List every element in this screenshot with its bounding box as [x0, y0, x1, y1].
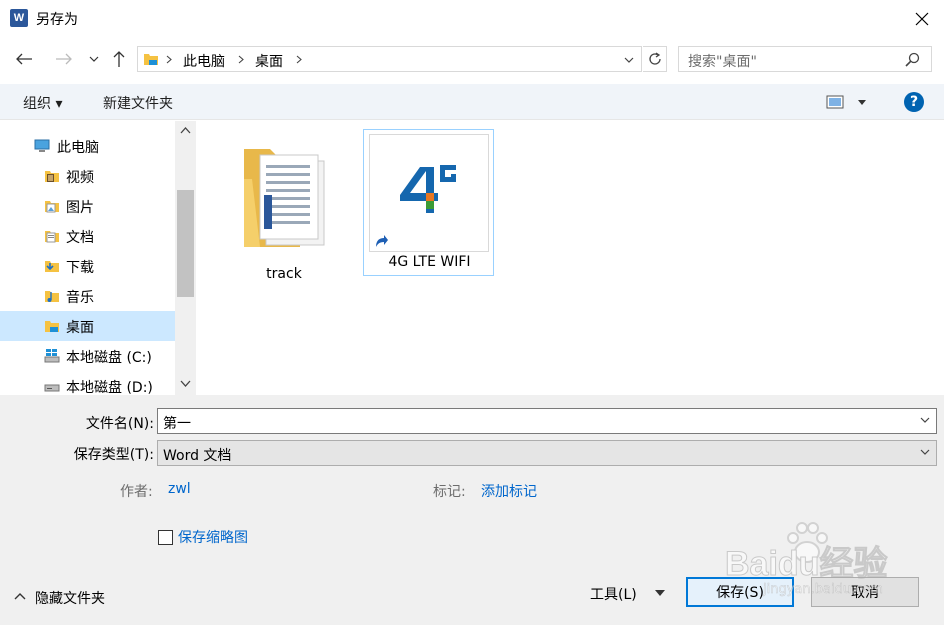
documents-folder-icon [45, 231, 59, 243]
title-bar: W 另存为 [0, 0, 944, 38]
view-icon [826, 95, 844, 109]
filetype-label: 保存类型(T): [73, 447, 154, 463]
shortcut-thumbnail [369, 134, 489, 252]
arrow-right-icon [56, 53, 72, 65]
chevron-down-icon [89, 56, 99, 62]
sidebar-item[interactable]: 图片 [0, 191, 175, 221]
address-bar[interactable]: 此电脑 桌面 [137, 46, 642, 72]
up-button[interactable] [107, 47, 131, 71]
sidebar-item-label: 文档 [66, 230, 94, 246]
sidebar-item[interactable]: 此电脑 [0, 131, 175, 161]
author-label: 作者: [120, 484, 153, 500]
nav-scrollbar[interactable] [175, 121, 196, 395]
back-button[interactable] [12, 47, 36, 71]
computer-icon [34, 139, 50, 152]
sidebar-item[interactable]: 音乐 [0, 281, 175, 311]
sidebar-item-label: 本地磁盘 (C:) [66, 350, 152, 366]
4g-logo-icon [400, 165, 456, 213]
file-name: 4G LTE WIFI [388, 254, 471, 270]
sidebar-item-label: 桌面 [66, 320, 94, 336]
drive-icon [44, 384, 60, 392]
chevron-right-icon [238, 55, 244, 64]
sidebar-item-label: 视频 [66, 170, 94, 186]
scroll-up-icon[interactable] [180, 127, 191, 134]
breadcrumb-this-pc[interactable]: 此电脑 [183, 51, 225, 71]
file-list-view: track 4G LTE WIFI [196, 121, 944, 395]
new-folder-button[interactable]: 新建文件夹 [103, 93, 173, 113]
tags-value[interactable]: 添加标记 [481, 481, 537, 501]
file-item-track[interactable]: track [234, 133, 334, 282]
close-icon [915, 12, 929, 26]
view-options-button[interactable] [826, 94, 870, 112]
sidebar-item-label: 下载 [66, 260, 94, 276]
filetype-value: Word 文档 [163, 448, 232, 464]
window-title: 另存为 [36, 12, 78, 28]
sidebar-item[interactable]: 视频 [0, 161, 175, 191]
downloads-folder-icon [45, 261, 59, 272]
caret-down-icon [858, 100, 866, 105]
windows-drive-icon [44, 349, 60, 363]
save-options-panel: 文件名(N): 第一 保存类型(T): Word 文档 作者: zwl 标记: … [0, 395, 944, 625]
breadcrumb-desktop[interactable]: 桌面 [255, 51, 283, 71]
word-app-icon: W [10, 9, 28, 27]
desktop-folder-icon [45, 321, 59, 332]
command-toolbar: 组织 ▾ 新建文件夹 ? [0, 84, 944, 120]
filename-value: 第一 [163, 416, 191, 432]
chevron-down-icon[interactable] [624, 57, 634, 64]
nav-scroll-thumb[interactable] [177, 190, 194, 297]
refresh-button[interactable] [643, 46, 667, 72]
sidebar-item[interactable]: 下载 [0, 251, 175, 281]
chevron-down-icon[interactable] [920, 417, 930, 424]
filename-field[interactable]: 第一 [157, 408, 937, 434]
chevron-up-icon[interactable] [14, 592, 26, 600]
help-button[interactable]: ? [904, 92, 924, 112]
sidebar-item-label: 图片 [66, 200, 94, 216]
cancel-button[interactable]: 取消 [811, 577, 919, 607]
sidebar-item[interactable]: 桌面 [0, 311, 175, 341]
recent-locations-button[interactable] [82, 47, 106, 71]
sidebar-item[interactable]: 本地磁盘 (C:) [0, 341, 175, 371]
chevron-right-icon [166, 55, 172, 64]
arrow-up-icon [113, 51, 125, 67]
footer-divider [0, 585, 944, 586]
shortcut-arrow-icon [372, 232, 390, 250]
music-folder-icon [45, 291, 59, 302]
tools-menu[interactable]: 工具(L) [590, 584, 637, 604]
refresh-icon [648, 52, 661, 65]
sidebar-item-label: 音乐 [66, 290, 94, 306]
thumbnail-checkbox[interactable] [158, 530, 173, 545]
tags-label: 标记: [433, 484, 466, 500]
desktop-folder-icon [144, 54, 158, 65]
hide-folders-toggle[interactable]: 隐藏文件夹 [35, 588, 105, 608]
close-button[interactable] [900, 2, 944, 36]
file-name: track [266, 266, 302, 282]
file-item-4g-lte-wifi[interactable]: 4G LTE WIFI [363, 129, 494, 276]
folder-icon [244, 149, 325, 247]
sidebar-item[interactable]: 文档 [0, 221, 175, 251]
thumbnail-label[interactable]: 保存缩略图 [178, 527, 248, 547]
filename-label: 文件名(N): [85, 416, 154, 432]
arrow-left-icon [16, 53, 32, 65]
videos-folder-icon [45, 171, 59, 182]
forward-button[interactable] [52, 47, 76, 71]
search-icon [905, 52, 920, 67]
organize-menu[interactable]: 组织 ▾ [23, 93, 62, 113]
chevron-right-icon [296, 55, 302, 64]
save-button[interactable]: 保存(S) [686, 577, 794, 607]
filetype-select[interactable]: Word 文档 [157, 440, 937, 466]
author-value[interactable]: zwl [168, 481, 191, 497]
scroll-down-icon[interactable] [180, 380, 191, 387]
search-placeholder: 搜索"桌面" [688, 54, 757, 70]
sidebar-item-label: 本地磁盘 (D:) [66, 380, 153, 396]
search-input[interactable]: 搜索"桌面" [678, 46, 932, 72]
chevron-down-icon [920, 449, 930, 455]
sidebar-item-label: 此电脑 [57, 140, 99, 156]
pictures-folder-icon [45, 201, 59, 213]
caret-down-icon[interactable] [655, 590, 665, 596]
